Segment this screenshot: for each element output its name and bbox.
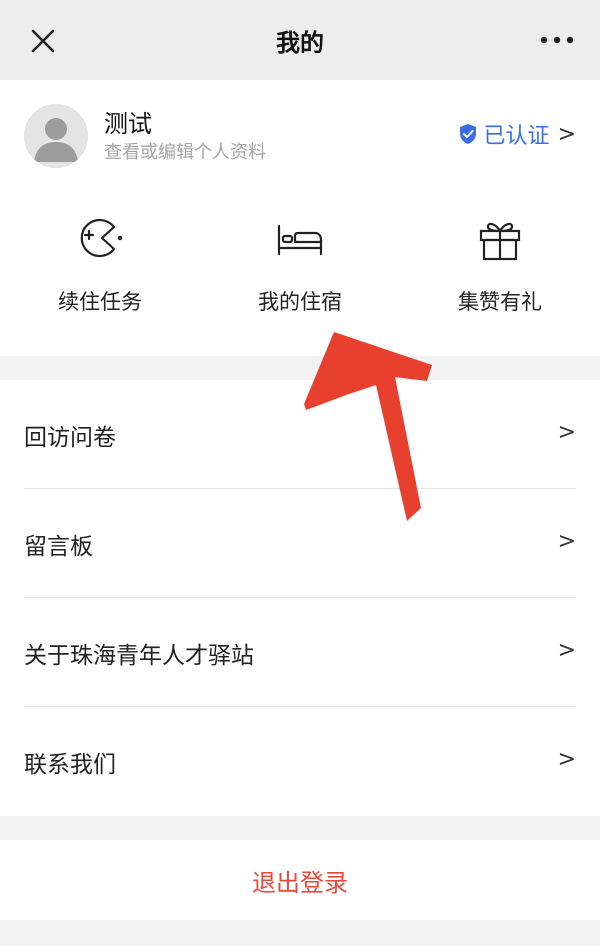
- bed-icon: [277, 224, 323, 256]
- shortcut-label: 我的住宿: [258, 290, 342, 314]
- verified-badge[interactable]: 已认证 >: [458, 118, 576, 150]
- menu-item-label: 回访问卷: [24, 425, 116, 451]
- shortcut-grid: 续住任务 我的住宿 集赞有礼: [0, 206, 600, 326]
- menu-item-survey[interactable]: 回访问卷 >: [0, 380, 600, 489]
- profile-card: 测试 查看或编辑个人资料 已认证 > 续住任务 我的住宿 集赞有礼: [0, 80, 600, 356]
- gift-icon: [479, 222, 521, 261]
- menu-item-label: 关于珠海青年人才驿站: [24, 643, 254, 669]
- logout-button[interactable]: 退出登录: [0, 840, 600, 920]
- verified-label: 已认证: [483, 124, 550, 149]
- menu-item-label: 留言板: [24, 534, 93, 560]
- shortcut-label: 集赞有礼: [458, 290, 542, 314]
- app-root: 我的 测试 查看或编辑个人资料 已认证 > 续住任务 我的住宿 集赞有礼 回访问…: [0, 0, 600, 946]
- menu-list: 回访问卷 > 留言板 > 关于珠海青年人才驿站 > 联系我们 >: [0, 380, 600, 816]
- close-icon[interactable]: [28, 26, 58, 56]
- shortcut-my-stay[interactable]: 我的住宿: [200, 206, 400, 326]
- profile-row[interactable]: 测试 查看或编辑个人资料 已认证 >: [0, 80, 600, 192]
- shortcut-label: 续住任务: [58, 290, 142, 314]
- logout-label: 退出登录: [252, 868, 348, 897]
- chevron-right-icon: >: [557, 638, 576, 663]
- shortcut-renewal-task[interactable]: 续住任务: [0, 206, 200, 326]
- chevron-right-icon: >: [557, 121, 576, 147]
- chevron-right-icon: >: [557, 420, 576, 445]
- menu-item-contact-us[interactable]: 联系我们 >: [0, 707, 600, 816]
- username: 测试: [104, 110, 152, 138]
- menu-item-message-board[interactable]: 留言板 >: [0, 489, 600, 598]
- chevron-right-icon: >: [557, 747, 576, 772]
- default-avatar-icon: [24, 104, 88, 168]
- pacman-icon: [80, 218, 123, 258]
- navigation-bar: 我的: [0, 0, 600, 80]
- chevron-right-icon: >: [557, 529, 576, 554]
- shield-check-icon: [459, 124, 476, 144]
- menu-item-about[interactable]: 关于珠海青年人才驿站 >: [0, 598, 600, 707]
- avatar[interactable]: [24, 104, 88, 168]
- shortcut-likes-gift[interactable]: 集赞有礼: [400, 206, 600, 326]
- menu-item-label: 联系我们: [24, 752, 116, 778]
- more-options-icon[interactable]: [540, 33, 574, 47]
- page-title: 我的: [276, 28, 324, 57]
- profile-edit-hint: 查看或编辑个人资料: [104, 142, 266, 163]
